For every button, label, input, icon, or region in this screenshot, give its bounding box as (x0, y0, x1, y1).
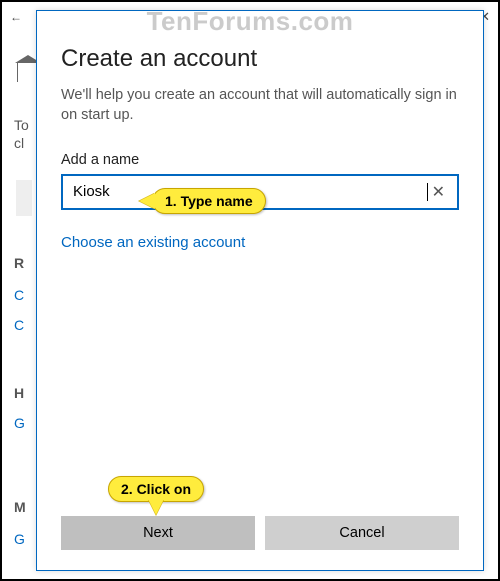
dialog-description: We'll help you create an account that wi… (61, 85, 459, 126)
bg-link-c2: C (14, 316, 24, 334)
bg-link-c1: C (14, 286, 24, 304)
bg-heading-r: R (14, 254, 24, 272)
bg-heading-m: M (14, 498, 26, 516)
dialog-heading: Create an account (61, 45, 459, 73)
create-account-dialog: Create an account We'll help you create … (36, 10, 484, 571)
clear-input-icon[interactable]: ✕ (428, 182, 449, 202)
bg-link-g1: G (14, 414, 25, 432)
home-icon (17, 62, 37, 82)
bg-search-hint (16, 180, 32, 216)
annotation-type-name: 1. Type name (152, 188, 266, 214)
cancel-button[interactable]: Cancel (265, 516, 459, 550)
annotation-click-on: 2. Click on (108, 476, 204, 502)
name-field-label: Add a name (61, 152, 459, 168)
bg-text: To cl (14, 116, 29, 152)
next-button[interactable]: Next (61, 516, 255, 550)
back-arrow-icon[interactable]: ← (10, 10, 22, 24)
choose-existing-account-link[interactable]: Choose an existing account (61, 234, 245, 251)
bg-link-g2: G (14, 530, 25, 548)
bg-heading-h: H (14, 384, 24, 402)
